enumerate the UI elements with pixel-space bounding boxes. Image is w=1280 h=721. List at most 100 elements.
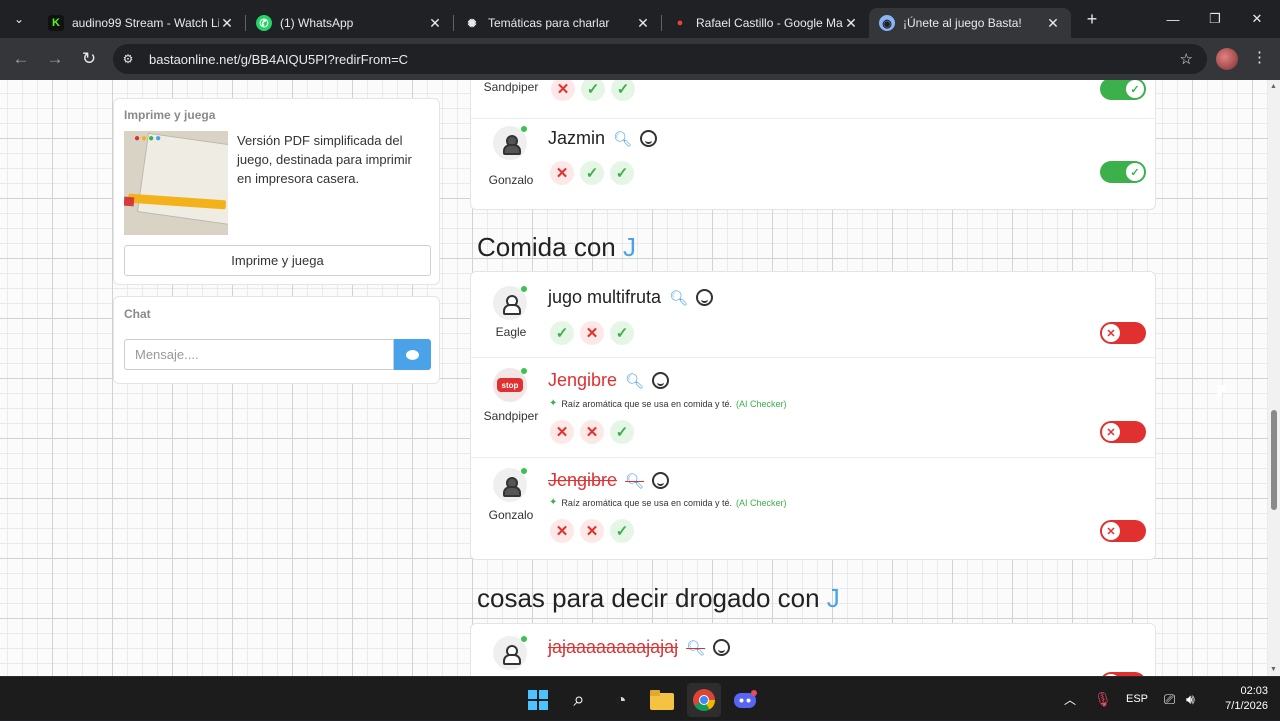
- vote-accept-icon[interactable]: ✓: [611, 80, 635, 101]
- close-window-icon[interactable]: ✕: [1236, 0, 1278, 38]
- accept-toggle[interactable]: ✕: [1100, 322, 1146, 344]
- close-tab-icon[interactable]: ✕: [219, 15, 235, 32]
- scroll-down-arrow-icon[interactable]: ▼: [1270, 666, 1277, 673]
- network-icon[interactable]: ⎚: [1164, 677, 1175, 721]
- print-card: Imprime y juega ●●●● Versión PDF simplif…: [113, 98, 440, 285]
- search-icon[interactable]: ⌕: [562, 683, 596, 717]
- close-tab-icon[interactable]: ✕: [635, 15, 651, 32]
- vote-reject-icon[interactable]: ✕: [551, 80, 575, 101]
- reload-icon[interactable]: ↻: [72, 42, 106, 76]
- tab-whatsapp[interactable]: ✆ (1) WhatsApp ✕: [246, 8, 453, 38]
- avatar: stop: [493, 368, 527, 402]
- discord-icon[interactable]: [728, 683, 762, 717]
- close-tab-icon[interactable]: ✕: [427, 15, 443, 32]
- tab-basta[interactable]: ◉ ¡Únete al juego Basta! ✕: [869, 8, 1071, 38]
- hint-text: Raíz aromática que se usa en comida y té…: [561, 398, 732, 409]
- tab-chatgpt[interactable]: ✺ Temáticas para charlar ✕: [454, 8, 661, 38]
- browser-toolbar: ← → ↻ ⚙ bastaonline.net/g/BB4AIQU5PI?red…: [0, 38, 1280, 80]
- category-prefix: cosas para decir drogado con: [477, 583, 820, 613]
- vote-reject-icon[interactable]: ✕: [550, 519, 574, 543]
- page-content: Imprime y juega ●●●● Versión PDF simplif…: [0, 80, 1280, 676]
- search-icon[interactable]: 🔍︎: [613, 130, 632, 148]
- back-arrow-icon[interactable]: ←: [4, 42, 38, 76]
- basta-logo-dots: ●●●●: [134, 133, 163, 144]
- restore-icon[interactable]: ❐: [1194, 0, 1236, 38]
- hint-source: (AI Checker): [735, 398, 787, 409]
- close-tab-icon[interactable]: ✕: [1045, 15, 1061, 32]
- accept-toggle[interactable]: ✕: [1100, 520, 1146, 542]
- tab-search-chevron-icon[interactable]: ⌄: [0, 0, 38, 38]
- emoji-add-icon[interactable]: [696, 289, 714, 306]
- menu-kebab-icon[interactable]: ⋮: [1252, 48, 1267, 66]
- chat-message-input[interactable]: Mensaje....: [124, 339, 394, 370]
- print-card-description: Versión PDF simplificada del juego, dest…: [237, 133, 412, 186]
- vote-accept-icon[interactable]: ✓: [580, 161, 604, 185]
- answers-card-drogado: jajaaaaaaaajajaj 🔍︎ ✕: [470, 623, 1156, 676]
- vote-reject-icon[interactable]: ✕: [580, 519, 604, 543]
- search-icon[interactable]: 🔍︎: [669, 289, 688, 307]
- avatar: [493, 286, 527, 320]
- scrollbar-thumb[interactable]: [1271, 410, 1277, 510]
- answer-text: jugo multifruta: [548, 287, 662, 307]
- url-text[interactable]: bastaonline.net/g/BB4AIQU5PI?redirFrom=C: [149, 52, 408, 67]
- windows-taskbar: ⌕ ◔ ︿ 🎙︎ ESP ⎚ 🔊︎ 02:03 7/1/2026: [0, 676, 1280, 720]
- answers-card-previous: Sandpiper ✕ ✓ ✓ ✓ Gonzalo Jazmin 🔍︎ ✕ ✓ …: [470, 80, 1156, 210]
- vote-reject-icon[interactable]: ✕: [550, 420, 574, 444]
- close-tab-icon[interactable]: ✕: [843, 15, 859, 32]
- vote-accept-icon[interactable]: ✓: [581, 80, 605, 101]
- vote-reject-icon[interactable]: ✕: [580, 321, 604, 345]
- emoji-add-icon[interactable]: [713, 639, 731, 656]
- search-icon[interactable]: 🔍︎: [686, 639, 705, 657]
- category-title: Comida con J: [477, 232, 636, 263]
- page-scrollbar[interactable]: ▲ ▼: [1268, 80, 1280, 676]
- vote-reject-icon[interactable]: ✕: [550, 161, 574, 185]
- emoji-add-icon[interactable]: [652, 472, 670, 489]
- answer-word: jajaaaaaaaajajaj 🔍︎: [548, 637, 731, 658]
- volume-icon[interactable]: 🔊︎: [1186, 677, 1195, 721]
- emoji-add-icon[interactable]: [652, 372, 670, 389]
- emoji-add-icon[interactable]: [640, 130, 658, 147]
- vote-accept-icon[interactable]: ✓: [550, 321, 574, 345]
- language-indicator[interactable]: ESP: [1126, 677, 1148, 721]
- address-bar[interactable]: ⚙ bastaonline.net/g/BB4AIQU5PI?redirFrom…: [113, 44, 1207, 74]
- windows-start-icon[interactable]: [521, 683, 555, 717]
- vote-accept-icon[interactable]: ✓: [610, 161, 634, 185]
- pdf-preview-image[interactable]: ●●●●: [124, 131, 228, 235]
- site-settings-icon[interactable]: ⚙: [113, 52, 143, 66]
- answer-row: Gonzalo Jengibre 🔍︎ ✦ Raíz aromática que…: [471, 458, 1155, 561]
- player-name: Eagle: [495, 325, 527, 339]
- answer-text: Jengibre: [548, 370, 618, 390]
- tab-google-maps[interactable]: ● Rafael Castillo - Google Map ✕: [662, 8, 869, 38]
- answer-text: jajaaaaaaaajajaj: [548, 637, 679, 657]
- accept-toggle[interactable]: ✕: [1100, 421, 1146, 443]
- chat-send-button[interactable]: [394, 339, 431, 370]
- new-tab-plus-icon[interactable]: +: [1077, 9, 1107, 30]
- vote-accept-icon[interactable]: ✓: [610, 420, 634, 444]
- vote-accept-icon[interactable]: ✓: [610, 321, 634, 345]
- accept-toggle[interactable]: ✓: [1100, 80, 1146, 100]
- chrome-icon[interactable]: [687, 683, 721, 717]
- vote-reject-icon[interactable]: ✕: [580, 420, 604, 444]
- forward-arrow-icon[interactable]: →: [38, 42, 72, 76]
- accept-toggle[interactable]: ✓: [1100, 161, 1146, 183]
- bookmark-star-icon[interactable]: ☆: [1180, 50, 1193, 68]
- minimize-icon[interactable]: —: [1152, 0, 1194, 38]
- tab-kick[interactable]: K audino99 Stream - Watch Li ✕: [38, 8, 245, 38]
- vote-accept-icon[interactable]: ✓: [610, 519, 634, 543]
- search-icon[interactable]: 🔍︎: [625, 472, 644, 490]
- player-name: Gonzalo: [488, 508, 534, 522]
- tray-chevron-up-icon[interactable]: ︿: [1064, 677, 1076, 721]
- scroll-up-arrow-icon[interactable]: ▲: [1270, 83, 1277, 90]
- votes-group: ✕ ✓ ✓: [551, 80, 635, 101]
- print-and-play-button[interactable]: Imprime y juega: [124, 245, 431, 276]
- search-icon[interactable]: 🔍︎: [625, 372, 644, 390]
- windows-logo-icon: [528, 690, 548, 710]
- file-explorer-icon[interactable]: [645, 683, 679, 717]
- clock[interactable]: 02:03 7/1/2026: [1212, 677, 1268, 721]
- x-icon: ✕: [1102, 324, 1120, 342]
- user-icon: [503, 477, 521, 497]
- microphone-icon[interactable]: 🎙︎: [1094, 677, 1112, 721]
- profile-avatar[interactable]: [1216, 48, 1238, 70]
- check-icon: ✓: [1126, 163, 1144, 181]
- obs-icon[interactable]: ◔: [604, 683, 638, 717]
